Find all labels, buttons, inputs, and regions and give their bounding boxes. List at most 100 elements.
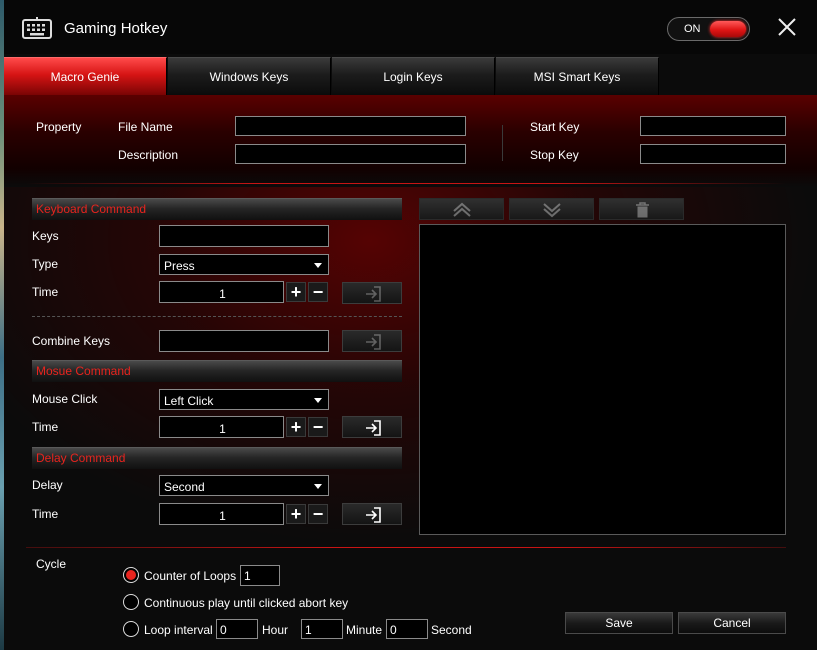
counter-of-loops-label: Counter of Loops [144,569,237,583]
start-key-label: Start Key [530,120,580,134]
keyboard-insert-button[interactable] [342,282,402,304]
delay-insert-button[interactable] [342,503,402,525]
plus-icon: + [290,504,302,524]
keyboard-time-decrement-button[interactable]: − [308,282,328,302]
counter-of-loops-input[interactable]: 1 [240,565,280,586]
minus-icon: − [312,282,324,302]
app-title: Gaming Hotkey [64,20,168,37]
mouse-time-value: 1 [219,422,226,436]
delay-time-input[interactable]: 1 [159,503,284,525]
file-name-label: File Name [118,120,173,134]
move-up-button[interactable] [419,198,504,220]
delay-label: Delay [32,478,63,492]
combine-keys-input[interactable] [159,330,329,352]
minute-label: Minute [346,623,383,637]
keys-input[interactable] [159,225,329,247]
power-toggle-knob [710,21,746,37]
macro-command-list[interactable] [419,224,786,535]
tab-bar: Macro Genie Windows Keys Login Keys MSI … [4,57,817,95]
stop-key-label: Stop Key [530,148,579,162]
close-icon[interactable] [777,17,797,37]
title-bar: Gaming Hotkey ON [4,0,817,54]
second-label: Second [431,623,472,637]
loop-interval-radio[interactable] [123,621,139,637]
minute-input[interactable]: 1 [301,619,343,639]
power-toggle-label: ON [684,23,701,35]
divider [26,547,786,548]
cycle-label: Cycle [36,557,67,571]
start-key-input[interactable] [640,116,786,136]
delay-time-increment-button[interactable]: + [286,504,306,524]
file-name-input[interactable] [235,116,466,136]
trash-icon [636,202,649,218]
mouse-command-header: Mosue Command [32,360,402,382]
combine-keys-label: Combine Keys [32,334,111,348]
insert-icon [366,507,381,523]
type-label: Type [32,257,59,271]
tab-windows-keys[interactable]: Windows Keys [168,57,331,95]
delay-time-value: 1 [219,509,226,523]
delete-button[interactable] [599,198,684,220]
keyboard-command-title: Keyboard Command [36,202,147,216]
minute-value: 1 [305,623,312,637]
keys-label: Keys [32,229,59,243]
counter-of-loops-value: 1 [244,569,251,583]
tab-login-keys[interactable]: Login Keys [332,57,495,95]
hour-label: Hour [262,623,289,637]
hour-input[interactable]: 0 [216,619,258,639]
keyboard-time-increment-button[interactable]: + [286,282,306,302]
divider [502,125,503,161]
chevron-down-icon [314,398,322,403]
mouse-insert-button[interactable] [342,416,402,438]
keyboard-time-label: Time [32,285,59,299]
plus-icon: + [290,417,302,437]
divider [32,316,402,317]
keyboard-time-value: 1 [219,287,226,301]
property-band [4,95,817,187]
move-down-button[interactable] [509,198,594,220]
mouse-time-decrement-button[interactable]: − [308,417,328,437]
keyboard-command-header: Keyboard Command [32,198,402,220]
power-toggle[interactable]: ON [667,17,750,41]
type-select[interactable]: Press [159,254,329,275]
continuous-play-radio[interactable] [123,594,139,610]
tab-msi-smart-keys[interactable]: MSI Smart Keys [496,57,659,95]
mouse-time-input[interactable]: 1 [159,416,284,438]
tab-macro-genie[interactable]: Macro Genie [4,57,167,95]
divider [26,183,786,184]
insert-icon [366,286,381,302]
mouse-click-label: Mouse Click [32,392,98,406]
combine-insert-button[interactable] [342,330,402,352]
cancel-button[interactable]: Cancel [678,612,786,634]
save-button[interactable]: Save [565,612,673,634]
delay-unit-select[interactable]: Second [159,475,329,496]
insert-icon [366,420,381,436]
chevron-down-icon [314,484,322,489]
mouse-command-title: Mosue Command [36,364,131,378]
type-select-value: Press [164,259,195,273]
minus-icon: − [312,504,324,524]
chevron-down-icon [314,263,322,268]
mouse-click-select-value: Left Click [164,394,214,408]
move-down-icon [543,203,561,218]
delay-time-label: Time [32,507,59,521]
counter-of-loops-radio[interactable] [123,567,139,583]
mouse-time-label: Time [32,420,59,434]
delay-command-title: Delay Command [36,451,126,465]
second-value: 0 [390,623,397,637]
continuous-play-label: Continuous play until clicked abort key [144,596,349,610]
delay-time-decrement-button[interactable]: − [308,504,328,524]
mouse-time-increment-button[interactable]: + [286,417,306,437]
loop-interval-label: Loop interval [144,623,213,637]
insert-icon [366,334,381,350]
mouse-click-select[interactable]: Left Click [159,389,329,410]
delay-unit-select-value: Second [164,480,205,494]
keyboard-time-input[interactable]: 1 [159,281,284,303]
keyboard-icon [22,17,52,39]
minus-icon: − [312,417,324,437]
description-input[interactable] [235,144,466,164]
stop-key-input[interactable] [640,144,786,164]
move-up-icon [453,202,471,217]
delay-command-header: Delay Command [32,447,402,469]
second-input[interactable]: 0 [386,619,428,639]
